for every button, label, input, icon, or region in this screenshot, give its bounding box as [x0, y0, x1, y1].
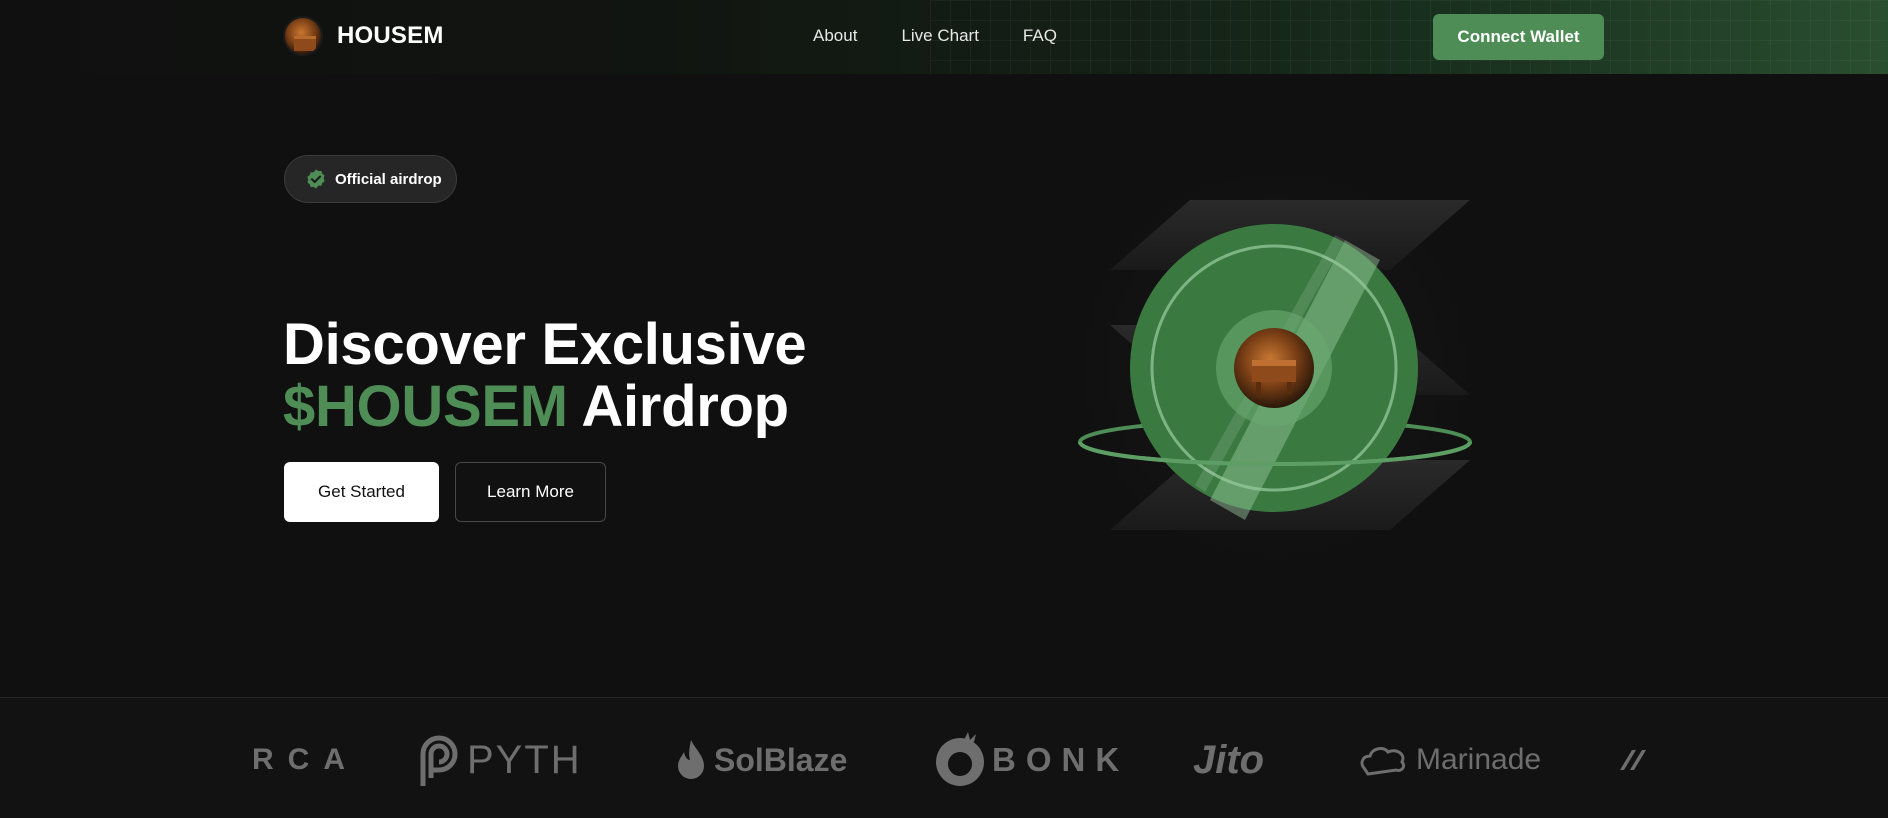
- get-started-button[interactable]: Get Started: [284, 462, 439, 522]
- partner-bonk: BONK: [934, 732, 1129, 788]
- flame-icon: [678, 740, 704, 779]
- header-grid-pattern: [930, 0, 1888, 74]
- nav-live-chart[interactable]: Live Chart: [901, 26, 978, 46]
- nav-about[interactable]: About: [813, 26, 857, 46]
- bonk-dog-icon: [936, 732, 984, 786]
- connect-wallet-button[interactable]: Connect Wallet: [1433, 14, 1604, 60]
- main-nav: About Live Chart FAQ: [813, 26, 1057, 46]
- brand[interactable]: HOUSEM: [283, 16, 444, 56]
- partner-logo-partial: [1618, 732, 1652, 788]
- partner-jito-label: Jito: [1193, 737, 1265, 782]
- partner-bonk-label: BONK: [992, 741, 1130, 778]
- partner-rca: RCA: [252, 732, 359, 788]
- hero-title-accent: $HOUSEM: [283, 374, 568, 439]
- partner-solblaze-label: SolBlaze: [714, 741, 848, 778]
- hero-title-line1: Discover Exclusive: [283, 312, 807, 377]
- pyth-icon: [420, 735, 458, 786]
- badge-text: Official airdrop: [335, 170, 442, 188]
- partner-pyth-label: PYTH: [467, 737, 582, 782]
- top-header: HOUSEM About Live Chart FAQ Connect Wall…: [0, 0, 1888, 74]
- official-airdrop-badge: Official airdrop: [284, 155, 457, 203]
- brand-name: HOUSEM: [337, 22, 444, 49]
- partner-jito: Jito: [1193, 732, 1264, 788]
- housem-coin-icon: [1035, 140, 1515, 605]
- partner-rca-label: RCA: [252, 743, 359, 776]
- partner-marinade: Marinade: [1358, 732, 1541, 788]
- partner-pyth: PYTH: [413, 732, 582, 788]
- nav-faq[interactable]: FAQ: [1023, 26, 1057, 46]
- partial-logo-icon: [1620, 750, 1646, 770]
- partner-solblaze: SolBlaze: [674, 732, 847, 788]
- partners-strip: RCA PYTH SolBlaze BONK Jito Marinade: [0, 697, 1888, 818]
- verified-check-icon: [307, 169, 325, 189]
- hero-title-rest: Airdrop: [567, 374, 789, 439]
- hero-title: Discover Exclusive $HOUSEM Airdrop: [283, 312, 807, 439]
- chef-hat-icon: [1360, 747, 1406, 776]
- partner-marinade-label: Marinade: [1416, 743, 1542, 776]
- learn-more-button[interactable]: Learn More: [455, 462, 606, 522]
- housem-logo-icon: [283, 16, 323, 56]
